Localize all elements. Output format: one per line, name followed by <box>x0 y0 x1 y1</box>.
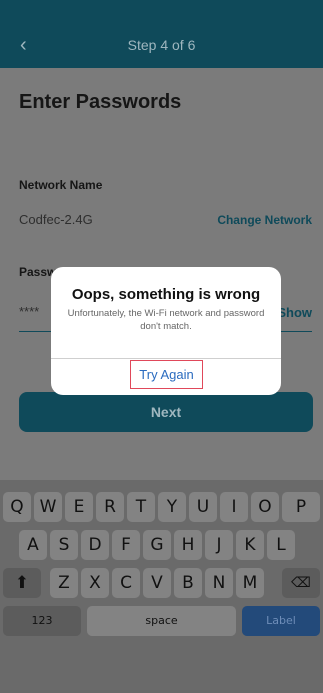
space-key[interactable]: space <box>87 606 236 636</box>
dialog-title: Oops, something is wrong <box>71 286 261 303</box>
key-r[interactable]: R <box>96 492 124 522</box>
nav-bar: ‹ Step 4 of 6 <box>0 22 323 68</box>
key-v[interactable]: V <box>143 568 171 598</box>
key-h[interactable]: H <box>174 530 202 560</box>
key-m[interactable]: M <box>236 568 264 598</box>
password-field[interactable]: **** <box>19 304 39 319</box>
network-name-value: Codfec-2.4G <box>19 212 93 227</box>
key-k[interactable]: K <box>236 530 264 560</box>
key-t[interactable]: T <box>127 492 155 522</box>
key-x[interactable]: X <box>81 568 109 598</box>
key-s[interactable]: S <box>50 530 78 560</box>
key-z[interactable]: Z <box>50 568 78 598</box>
key-j[interactable]: J <box>205 530 233 560</box>
key-g[interactable]: G <box>143 530 171 560</box>
change-network-link[interactable]: Change Network <box>217 213 312 227</box>
label-key[interactable]: Label <box>242 606 320 636</box>
key-u[interactable]: U <box>189 492 217 522</box>
key-n[interactable]: N <box>205 568 233 598</box>
key-l[interactable]: L <box>267 530 295 560</box>
status-bar <box>0 0 323 22</box>
key-a[interactable]: A <box>19 530 47 560</box>
show-password-button[interactable]: Show <box>277 305 312 320</box>
error-dialog: Oops, something is wrong Unfortunately, … <box>51 267 281 395</box>
key-f[interactable]: F <box>112 530 140 560</box>
dialog-divider <box>51 358 281 359</box>
key-p[interactable]: P <box>282 492 320 522</box>
key-o[interactable]: O <box>251 492 279 522</box>
dialog-message: Unfortunately, the Wi-Fi network and pas… <box>67 308 265 332</box>
key-w[interactable]: W <box>34 492 62 522</box>
key-c[interactable]: C <box>112 568 140 598</box>
key-e[interactable]: E <box>65 492 93 522</box>
backspace-icon[interactable]: ⌫ <box>282 568 320 598</box>
network-name-label: Network Name <box>19 178 103 192</box>
shift-icon[interactable]: ⬆ <box>3 568 41 598</box>
key-b[interactable]: B <box>174 568 202 598</box>
nav-title: Step 4 of 6 <box>127 37 196 53</box>
key-q[interactable]: Q <box>3 492 31 522</box>
key-i[interactable]: I <box>220 492 248 522</box>
key-y[interactable]: Y <box>158 492 186 522</box>
key-d[interactable]: D <box>81 530 109 560</box>
main-content: Enter Passwords Network Name Codfec-2.4G… <box>0 68 323 458</box>
page-title: Enter Passwords <box>19 91 182 113</box>
try-again-button[interactable]: Try Again <box>130 360 203 389</box>
next-button[interactable]: Next <box>19 392 313 432</box>
home-indicator-area <box>0 659 323 693</box>
numbers-key[interactable]: 123 <box>3 606 81 636</box>
